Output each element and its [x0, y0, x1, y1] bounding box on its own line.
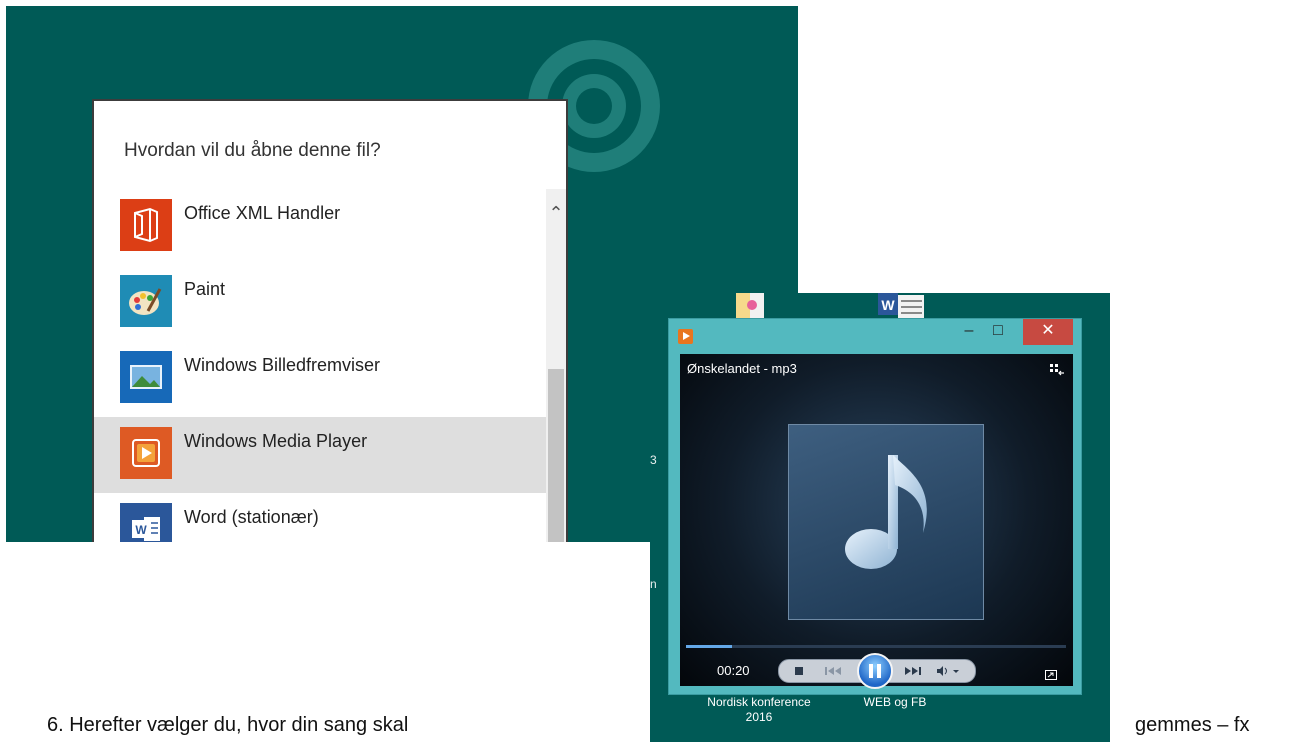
app-item-windows-media-player[interactable]: Windows Media Player [94, 417, 546, 493]
desktop-word-doc-icon[interactable]: W [878, 293, 926, 319]
office-icon [120, 199, 172, 251]
word-icon: W [120, 503, 172, 542]
minimize-button[interactable]: – [957, 319, 981, 345]
desktop-label-web-og-fb[interactable]: WEB og FB [850, 695, 940, 710]
app-item-word-stationaer[interactable]: W Word (stationær) [94, 493, 546, 542]
maximize-button[interactable]: □ [985, 319, 1011, 345]
switch-to-library-icon[interactable] [1050, 363, 1064, 376]
app-label: Windows Media Player [184, 431, 368, 451]
desktop-file-icon[interactable] [736, 293, 772, 319]
music-note-icon [845, 455, 927, 569]
svg-text:W: W [135, 523, 147, 537]
app-item-office-xml-handler[interactable]: Office XML Handler [94, 189, 546, 265]
volume-icon[interactable] [933, 662, 963, 680]
seek-bar[interactable] [686, 645, 1066, 648]
album-art [788, 424, 984, 620]
instruction-text-continued: gemmes – fx [1135, 714, 1250, 736]
desktop-label-nordisk-konference[interactable]: Nordisk konference 2016 [694, 695, 824, 725]
app-label: Word (stationær) [184, 507, 319, 527]
instruction-text: 6. Herefter vælger du, hvor din sang ska… [47, 714, 409, 736]
desktop-label-fragment: 3 [650, 453, 657, 467]
app-label: Windows Billedfremviser [184, 355, 381, 375]
dialog-title: Hvordan vil du åbne denne fil? [124, 140, 381, 161]
pause-button[interactable] [857, 653, 893, 689]
app-list: Office XML Handler Paint Windows Billedf… [94, 189, 546, 542]
scroll-up-icon[interactable]: ⌃ [548, 204, 564, 222]
close-button[interactable]: ✕ [1023, 319, 1073, 345]
next-button[interactable] [899, 662, 927, 680]
app-item-windows-billedfremviser[interactable]: Windows Billedfremviser [94, 341, 546, 417]
app-list-scrollbar[interactable]: ⌃ [546, 189, 566, 542]
elapsed-time: 00:20 [717, 663, 750, 678]
desktop-label-fragment: n [650, 577, 657, 591]
scroll-thumb[interactable] [548, 369, 564, 542]
app-label: Office XML Handler [184, 203, 341, 223]
open-with-dialog: Hvordan vil du åbne denne fil? Office XM… [92, 99, 568, 542]
media-player-screenshot: W 3 n – □ ✕ Ønskelandet - mp3 00:20 Nord… [650, 293, 1110, 742]
media-player-logo-icon [678, 329, 693, 344]
now-playing-view: Ønskelandet - mp3 00:20 [680, 354, 1073, 689]
stop-button[interactable] [791, 662, 807, 680]
svg-text:W: W [881, 297, 895, 313]
fullscreen-icon[interactable] [1045, 667, 1057, 680]
app-item-paint[interactable]: Paint [94, 265, 546, 341]
ring-center [576, 88, 612, 124]
media-player-window: – □ ✕ Ønskelandet - mp3 00:20 [668, 318, 1082, 695]
photo-viewer-icon [120, 351, 172, 403]
seek-progress [686, 645, 732, 648]
previous-button[interactable] [819, 662, 847, 680]
app-label: Paint [184, 279, 226, 299]
paint-icon [120, 275, 172, 327]
media-player-icon [120, 427, 172, 479]
track-title: Ønskelandet - mp3 [687, 361, 797, 376]
playback-controls [778, 653, 976, 689]
